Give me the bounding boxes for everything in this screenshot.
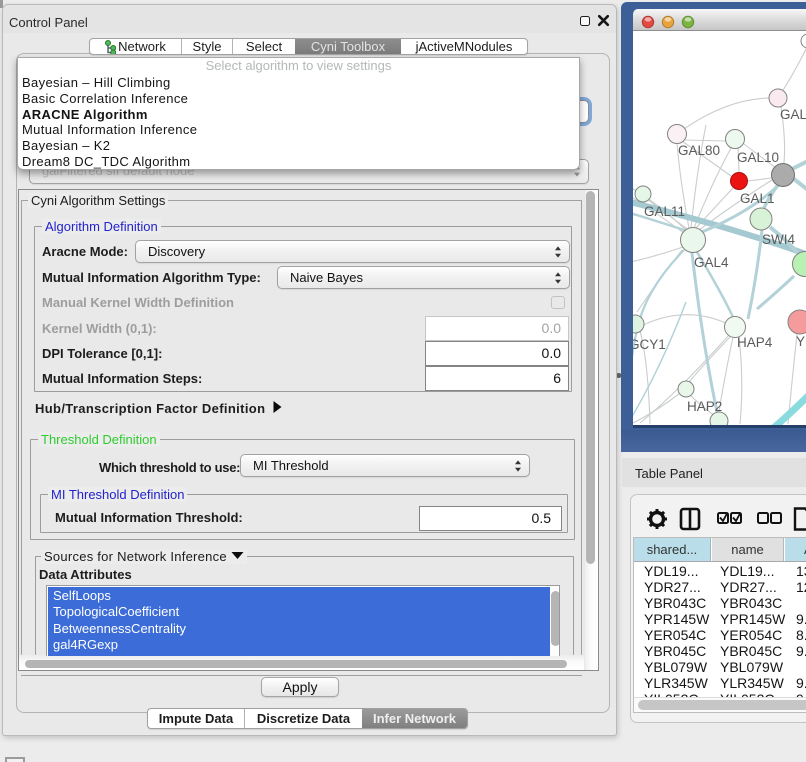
- svg-text:GAL1: GAL1: [740, 191, 775, 206]
- svg-text:HAP4: HAP4: [737, 335, 773, 350]
- svg-text:Y: Y: [796, 334, 805, 349]
- svg-text:GAL80: GAL80: [678, 143, 720, 158]
- svg-text:GAL10: GAL10: [737, 150, 779, 165]
- svg-text:SWI4: SWI4: [762, 232, 795, 247]
- svg-text:GAL4: GAL4: [694, 255, 729, 270]
- svg-text:GCY1: GCY1: [633, 337, 666, 352]
- svg-text:HAP2: HAP2: [687, 399, 722, 414]
- svg-text:GAL11: GAL11: [644, 204, 685, 219]
- svg-text:GAL7: GAL7: [780, 107, 806, 122]
